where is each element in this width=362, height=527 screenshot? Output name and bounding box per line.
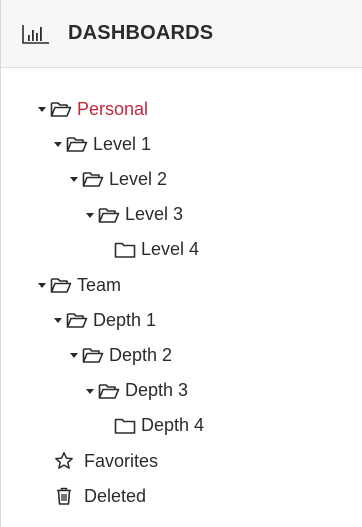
caret-down-icon[interactable] (69, 174, 79, 184)
folder-open-icon (66, 135, 88, 153)
tree-node-level-3[interactable]: Level 3 (85, 201, 183, 229)
caret-down-icon[interactable] (69, 350, 79, 360)
favorites-item-label: Favorites (84, 450, 159, 471)
tree-node-label: Depth 2 (109, 344, 173, 365)
tree-node-level-2[interactable]: Level 2 (69, 165, 167, 193)
tree-node-level-4[interactable]: Level 4 (101, 236, 199, 264)
panel-title: DASHBOARDS (68, 22, 214, 44)
caret-down-icon[interactable] (53, 139, 63, 149)
caret-down-icon[interactable] (85, 210, 95, 220)
folder-open-icon (98, 206, 120, 224)
star-icon (53, 451, 75, 471)
tree-node-label: Level 3 (125, 204, 184, 225)
tree-node-depth-4[interactable]: Depth 4 (101, 412, 204, 440)
folder-open-icon (98, 382, 120, 400)
tree-node-depth-2[interactable]: Depth 2 (69, 341, 172, 369)
trash-icon (53, 486, 75, 506)
deleted-item[interactable]: Deleted (53, 482, 146, 510)
dashboards-panel: DASHBOARDS Personal Level 1 Level 2 Level 3… (0, 0, 362, 527)
bar-chart-icon (21, 23, 51, 45)
folder-open-icon (50, 276, 72, 294)
folder-open-icon (66, 311, 88, 329)
tree-node-label: Team (77, 274, 122, 295)
tree-node-label: Personal (77, 98, 149, 119)
tree-node-label: Level 4 (141, 239, 200, 260)
panel-header: DASHBOARDS (1, 0, 362, 68)
tree-node-label: Level 1 (93, 133, 152, 154)
tree-node-team[interactable]: Team (37, 271, 121, 299)
caret-down-icon[interactable] (37, 280, 47, 290)
folder-icon (114, 241, 136, 259)
tree-node-label: Depth 3 (125, 380, 189, 401)
tree-node-personal[interactable]: Personal (37, 95, 148, 123)
tree-node-depth-3[interactable]: Depth 3 (85, 377, 188, 405)
folder-open-icon (82, 170, 104, 188)
tree-node-level-1[interactable]: Level 1 (53, 130, 151, 158)
caret-down-icon[interactable] (85, 386, 95, 396)
tree-node-label: Depth 4 (141, 415, 205, 436)
deleted-item-label: Deleted (84, 485, 147, 506)
favorites-item[interactable]: Favorites (53, 447, 158, 475)
folder-open-icon (82, 346, 104, 364)
folder-icon (114, 417, 136, 435)
caret-down-icon[interactable] (37, 104, 47, 114)
tree-node-label: Level 2 (109, 168, 168, 189)
tree-node-depth-1[interactable]: Depth 1 (53, 306, 156, 334)
tree-node-label: Depth 1 (93, 309, 157, 330)
folder-open-icon (50, 100, 72, 118)
caret-down-icon[interactable] (53, 315, 63, 325)
